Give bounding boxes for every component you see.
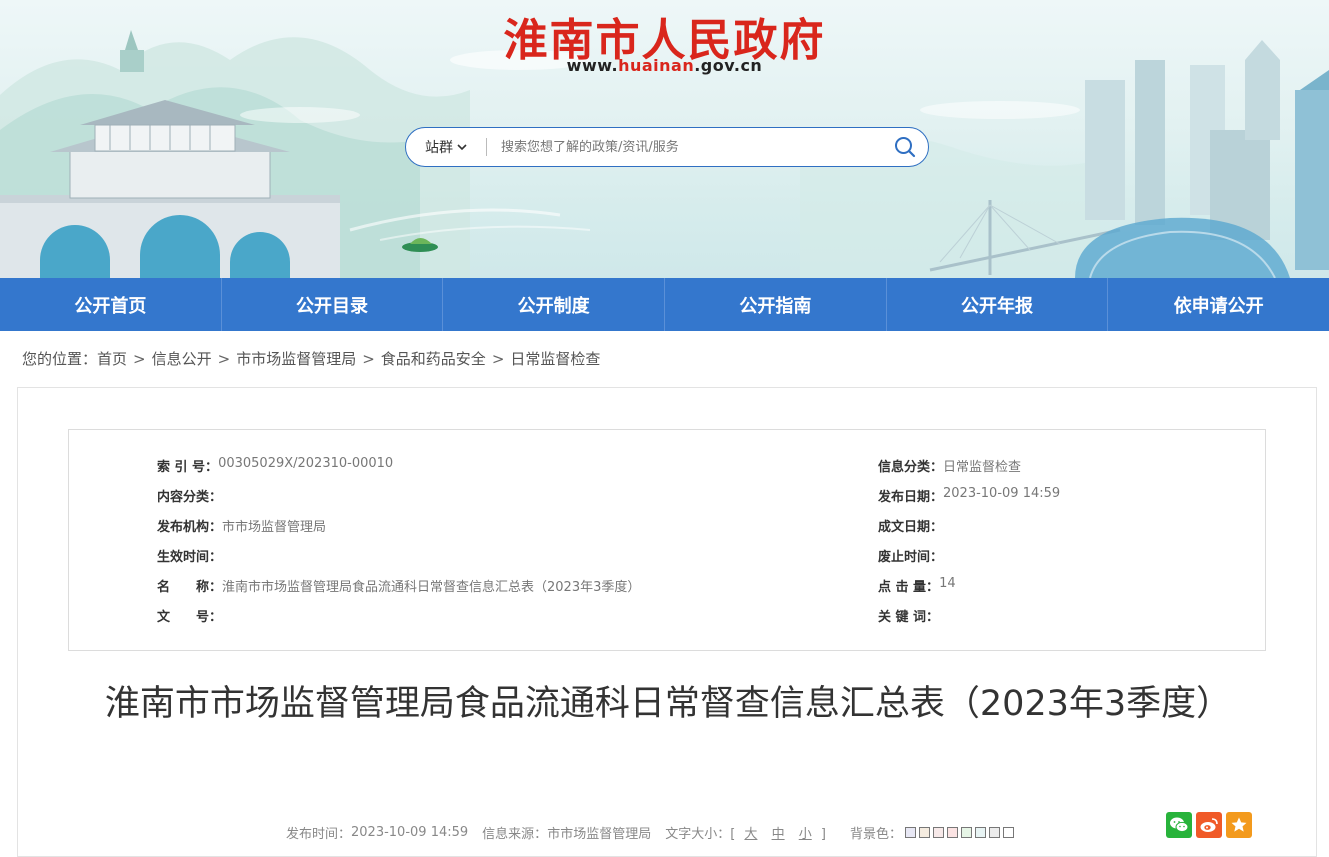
- article-info-bar: 发布时间： 2023-10-09 14:59 信息来源： 市市场监督管理局 文字…: [286, 823, 1014, 842]
- meta-label: 索 引 号：: [157, 460, 219, 475]
- breadcrumb-separator: >: [491, 349, 505, 368]
- meta-value: 2023-10-09 14:59: [943, 486, 1061, 501]
- nav-item-guide[interactable]: 公开指南: [665, 278, 887, 331]
- nav-item-catalog[interactable]: 公开目录: [222, 278, 444, 331]
- meta-name: 名 称： 淮南市市场监督管理局食品流通科日常督查信息汇总表（2023年3季度）: [157, 576, 640, 595]
- meta-keywords: 关 键 词：: [878, 606, 939, 625]
- share-favorite-button[interactable]: [1226, 812, 1252, 838]
- content-panel: 索 引 号： 00305029X/202310-00010 内容分类： 发布机构…: [17, 387, 1317, 857]
- publish-time-value: 2023-10-09 14:59: [351, 825, 469, 840]
- site-url-suffix: .gov.cn: [694, 56, 763, 75]
- search-scope-dropdown[interactable]: 站群: [406, 137, 486, 157]
- meta-label: 信息分类：: [878, 460, 944, 475]
- breadcrumb-prefix: 您的位置：: [22, 350, 98, 368]
- meta-label: 成文日期：: [878, 520, 944, 535]
- bg-color-swatch-3[interactable]: [932, 827, 944, 838]
- meta-info-category: 信息分类： 日常监督检查: [878, 456, 1021, 475]
- meta-publisher: 发布机构： 市市场监督管理局: [157, 516, 326, 535]
- meta-label: 生效时间：: [157, 550, 223, 565]
- meta-label: 内容分类：: [157, 490, 223, 505]
- bg-color-label: 背景色：: [849, 827, 902, 842]
- site-url: www.huainan.gov.cn: [0, 56, 1329, 75]
- breadcrumb-link-food-drug[interactable]: 食品和药品安全: [381, 348, 486, 369]
- wechat-icon: [1170, 817, 1189, 833]
- search-input[interactable]: [487, 129, 882, 165]
- meta-label: 废止时间：: [878, 550, 944, 565]
- favorite-star-icon: [1231, 817, 1247, 832]
- meta-document-number: 文 号：: [157, 606, 222, 625]
- meta-value: 日常监督检查: [943, 460, 1022, 475]
- bg-color-swatch-4[interactable]: [946, 827, 958, 838]
- meta-value: 14: [939, 576, 956, 591]
- article-title: 淮南市市场监督管理局食品流通科日常督查信息汇总表（2023年3季度）: [104, 684, 1232, 724]
- breadcrumb-link-bureau[interactable]: 市市场监督管理局: [236, 348, 356, 369]
- breadcrumb-separator: >: [217, 349, 231, 368]
- bg-color-swatch-5[interactable]: [960, 827, 972, 838]
- meta-expiry-time: 废止时间：: [878, 546, 943, 565]
- breadcrumb: 您的位置： 首页 > 信息公开 > 市市场监督管理局 > 食品和药品安全 > 日…: [22, 348, 600, 369]
- meta-publish-date: 发布日期： 2023-10-09 14:59: [878, 486, 1060, 505]
- font-size-close: ]: [820, 827, 826, 842]
- breadcrumb-separator: >: [133, 349, 146, 368]
- font-size-small-link[interactable]: 小: [799, 827, 812, 842]
- source-label: 信息来源：: [482, 827, 548, 842]
- meta-index-number: 索 引 号： 00305029X/202310-00010: [157, 456, 393, 475]
- meta-effective-time: 生效时间：: [157, 546, 222, 565]
- nav-item-apply[interactable]: 依申请公开: [1108, 278, 1329, 331]
- font-size-label: 文字大小：[: [665, 827, 736, 842]
- bg-color-swatch-1[interactable]: [904, 827, 916, 838]
- search-icon: [895, 137, 916, 158]
- breadcrumb-link-home[interactable]: 首页: [97, 348, 127, 369]
- meta-label: 关 键 词：: [878, 610, 940, 625]
- chevron-down-icon: [457, 144, 467, 151]
- main-nav: 公开首页 公开目录 公开制度 公开指南 公开年报 依申请公开: [0, 278, 1329, 331]
- site-url-highlight: huainan: [618, 56, 695, 75]
- share-weibo-button[interactable]: [1196, 812, 1222, 838]
- meta-label: 发布机构：: [157, 520, 223, 535]
- meta-label: 点 击 量：: [878, 580, 940, 595]
- header-banner: 淮南市人民政府 www.huainan.gov.cn 站群: [0, 0, 1329, 278]
- meta-value: 市市场监督管理局: [222, 520, 327, 535]
- bg-color-swatch-8[interactable]: [1002, 827, 1014, 838]
- document-metadata-table: 索 引 号： 00305029X/202310-00010 内容分类： 发布机构…: [68, 429, 1266, 651]
- search-button[interactable]: [882, 129, 928, 165]
- bg-color-swatch-2[interactable]: [918, 827, 930, 838]
- weibo-icon: [1200, 818, 1218, 832]
- bg-color-swatch-6[interactable]: [974, 827, 986, 838]
- share-wechat-button[interactable]: [1166, 812, 1192, 838]
- meta-click-count: 点 击 量： 14: [878, 576, 956, 595]
- source-value: 市市场监督管理局: [547, 827, 652, 842]
- search-bar: 站群: [405, 127, 929, 167]
- meta-label: 名 称：: [157, 580, 223, 595]
- font-size-large-link[interactable]: 大: [744, 827, 757, 842]
- breadcrumb-separator: >: [362, 349, 375, 368]
- meta-label: 发布日期：: [878, 490, 944, 505]
- breadcrumb-link-daily-inspection[interactable]: 日常监督检查: [510, 348, 600, 369]
- site-url-prefix: www.: [566, 56, 619, 75]
- search-scope-label: 站群: [425, 140, 453, 156]
- nav-item-home[interactable]: 公开首页: [0, 278, 222, 331]
- meta-value: 淮南市市场监督管理局食品流通科日常督查信息汇总表（2023年3季度）: [222, 580, 641, 595]
- meta-written-date: 成文日期：: [878, 516, 943, 535]
- publish-time-label: 发布时间：: [286, 827, 352, 842]
- bg-color-swatch-7[interactable]: [988, 827, 1000, 838]
- breadcrumb-link-info-public[interactable]: 信息公开: [152, 348, 212, 369]
- meta-label: 文 号：: [157, 610, 223, 625]
- nav-item-system[interactable]: 公开制度: [443, 278, 666, 331]
- font-size-control: 文字大小：[ 大 中 小 ]: [665, 823, 826, 842]
- meta-content-category: 内容分类：: [157, 486, 222, 505]
- meta-value: 00305029X/202310-00010: [218, 456, 394, 471]
- font-size-medium-link[interactable]: 中: [772, 827, 785, 842]
- nav-item-annual-report[interactable]: 公开年报: [887, 278, 1109, 331]
